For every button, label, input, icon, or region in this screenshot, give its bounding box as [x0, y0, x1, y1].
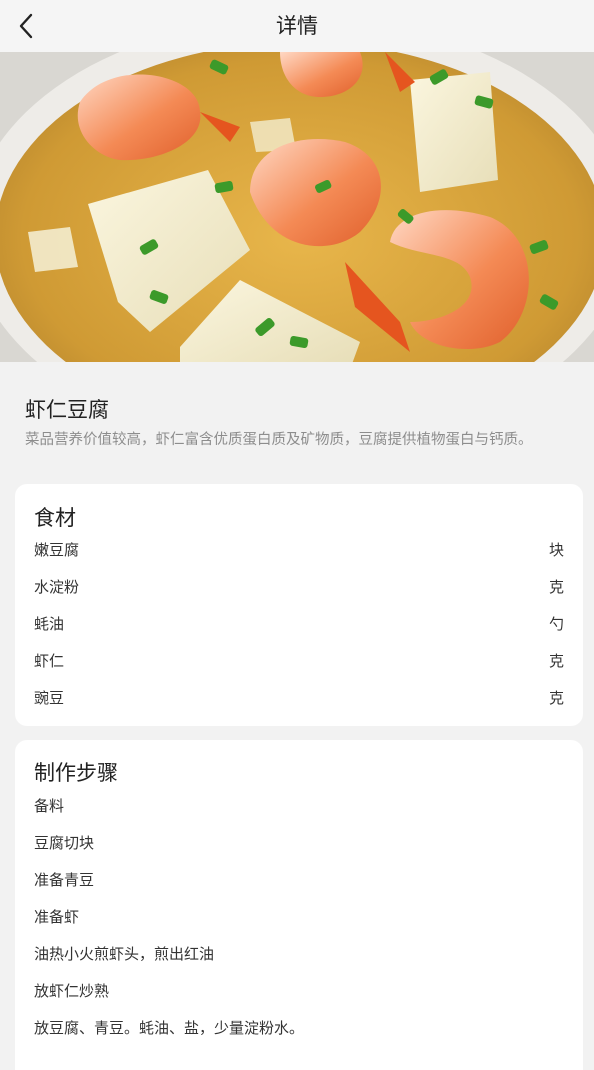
ingredient-name: 嫩豆腐 [34, 540, 80, 559]
ingredients-card: 食材 嫩豆腐 块 水淀粉 克 蚝油 勺 虾仁 克 豌豆 克 [15, 484, 583, 726]
ingredient-unit: 克 [548, 577, 564, 596]
ingredient-row: 豌豆 克 [34, 685, 564, 709]
step-item: 豆腐切块 [34, 833, 95, 852]
ingredient-unit: 块 [548, 540, 564, 559]
ingredient-name: 虾仁 [34, 651, 65, 670]
ingredient-unit: 克 [548, 688, 564, 707]
dish-name: 虾仁豆腐 [25, 398, 109, 422]
step-item: 备料 [34, 796, 65, 815]
page-title: 详情 [276, 14, 318, 38]
step-item: 准备虾 [34, 907, 80, 926]
ingredient-row: 蚝油 勺 [34, 611, 564, 635]
step-item: 油热小火煎虾头，煎出红油 [34, 944, 215, 963]
ingredient-row: 水淀粉 克 [34, 574, 564, 598]
ingredient-row: 虾仁 克 [34, 648, 564, 672]
ingredient-name: 豌豆 [34, 688, 65, 707]
step-item: 放豆腐、青豆。蚝油、盐，少量淀粉水。 [34, 1018, 305, 1037]
dish-image [0, 52, 594, 362]
ingredient-row: 嫩豆腐 块 [34, 537, 564, 561]
ingredient-name: 蚝油 [34, 614, 65, 633]
ingredient-name: 水淀粉 [34, 577, 80, 596]
ingredients-title: 食材 [34, 506, 76, 530]
ingredient-unit: 克 [548, 651, 564, 670]
ingredient-unit: 勺 [548, 614, 564, 633]
dish-description: 菜品营养价值较高，虾仁富含优质蛋白质及矿物质，豆腐提供植物蛋白与钙质。 [25, 432, 533, 448]
top-bar: 详情 [0, 0, 594, 52]
step-item: 放虾仁炒熟 [34, 981, 110, 1000]
steps-title: 制作步骤 [34, 761, 118, 785]
steps-card: 制作步骤 备料 豆腐切块 准备青豆 准备虾 油热小火煎虾头，煎出红油 放虾仁炒熟… [15, 740, 583, 1070]
dish-header: 虾仁豆腐 菜品营养价值较高，虾仁富含优质蛋白质及矿物质，豆腐提供植物蛋白与钙质。 [25, 396, 575, 452]
step-item: 准备青豆 [34, 870, 95, 889]
